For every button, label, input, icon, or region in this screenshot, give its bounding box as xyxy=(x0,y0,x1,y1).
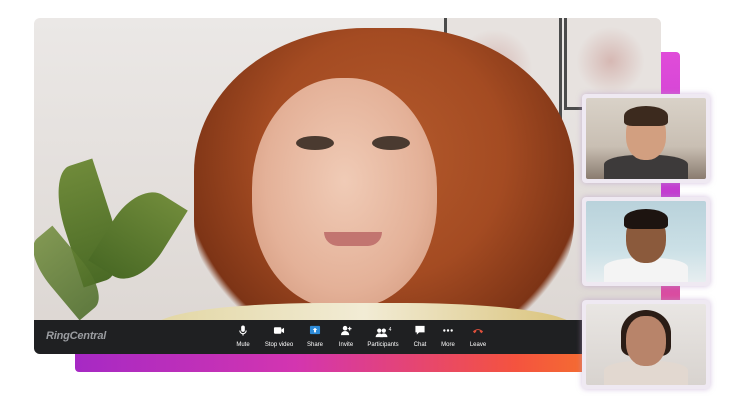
meeting-toolbar: RingCentral Mute Stop video Share Invite xyxy=(34,320,661,354)
participant-face xyxy=(252,78,437,308)
mute-label: Mute xyxy=(236,342,250,348)
participant-head xyxy=(626,316,666,366)
leave-label: Leave xyxy=(469,342,487,348)
participant-thumbnail[interactable] xyxy=(582,197,710,286)
participant-thumbnail[interactable] xyxy=(582,94,710,183)
participant-hair xyxy=(624,106,668,126)
participant-video xyxy=(586,304,706,385)
participant-eye xyxy=(372,136,410,150)
mute-button[interactable]: Mute xyxy=(223,324,263,352)
main-participant-video xyxy=(34,18,661,354)
participant-thumbnail[interactable] xyxy=(582,300,710,389)
invite-button[interactable]: Invite xyxy=(326,324,366,352)
participants-icon: 4 xyxy=(362,324,404,338)
participant-video xyxy=(586,98,706,179)
participant-video xyxy=(586,201,706,282)
invite-label: Invite xyxy=(338,342,354,348)
participants-button[interactable]: 4 Participants xyxy=(362,324,404,352)
participant-eye xyxy=(296,136,334,150)
video-camera-icon xyxy=(259,324,299,337)
brand-logo: RingCentral xyxy=(46,330,107,342)
participant-hair xyxy=(624,209,668,229)
participants-label: Participants xyxy=(367,342,399,348)
microphone-icon xyxy=(223,324,263,337)
main-video-feed: RingCentral Mute Stop video Share Invite xyxy=(34,18,661,354)
participant-mouth xyxy=(324,232,382,246)
stop-video-button[interactable]: Stop video xyxy=(259,324,299,352)
leave-button[interactable]: Leave xyxy=(458,324,498,352)
participants-count-badge: 4 xyxy=(388,327,392,333)
stop-video-label: Stop video xyxy=(264,342,294,348)
add-person-icon xyxy=(326,324,366,337)
leave-phone-icon xyxy=(458,324,498,337)
